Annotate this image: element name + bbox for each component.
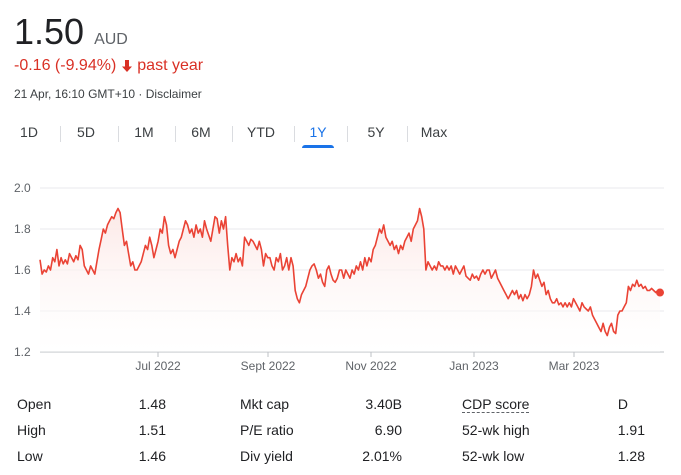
- stat-label-52wk-high: 52-wk high: [462, 422, 530, 438]
- stat-value-div-yield: 2.01%: [362, 448, 402, 464]
- stat-label-div-yield: Div yield: [240, 448, 293, 464]
- stat-label-open: Open: [17, 396, 52, 412]
- currency-label: AUD: [94, 31, 128, 48]
- timestamp: 21 Apr, 16:10 GMT+10: [14, 87, 136, 101]
- time-range-tabs: 1D 5D 1M 6M YTD 1Y 5Y Max: [0, 118, 681, 150]
- disclaimer-link[interactable]: Disclaimer: [146, 87, 202, 101]
- y-tick-label: 1.4: [14, 304, 31, 318]
- price-row: 1.50 AUD: [14, 12, 128, 52]
- tab-ytd[interactable]: YTD: [236, 118, 286, 148]
- stat-value-open: 1.48: [138, 396, 166, 412]
- tab-6m[interactable]: 6M: [179, 118, 223, 148]
- x-tick-label: Sept 2022: [241, 359, 296, 373]
- tab-1y[interactable]: 1Y: [302, 118, 334, 148]
- stat-value-52wk-low: 1.28: [617, 448, 645, 464]
- stat-label-high: High: [17, 422, 46, 438]
- tab-1d[interactable]: 1D: [8, 118, 50, 148]
- stat-label-low: Low: [17, 448, 43, 464]
- x-tick-label: Nov 2022: [345, 359, 397, 373]
- price-chart[interactable]: 2.0 1.8 1.6 1.4 1.2 Jul 2022 Sept 2022 Nov 2022…: [0, 170, 681, 380]
- meta-separator: ·: [138, 87, 143, 101]
- tab-1m[interactable]: 1M: [122, 118, 166, 148]
- price-change: -0.16 (-9.94%): [14, 57, 117, 74]
- current-price: 1.50: [14, 11, 85, 52]
- stat-value-high: 1.51: [138, 422, 166, 438]
- price-change-row: -0.16 (-9.94%) past year: [14, 57, 203, 75]
- y-tick-label: 1.8: [14, 222, 31, 236]
- stat-label-cdp-score[interactable]: CDP score: [462, 392, 530, 416]
- stat-label-pe-ratio: P/E ratio: [240, 422, 294, 438]
- x-tick-label: Jan 2023: [449, 359, 499, 373]
- area-fill: [40, 208, 660, 352]
- stat-label-mkt-cap: Mkt cap: [240, 396, 290, 412]
- y-tick-label: 1.6: [14, 263, 31, 277]
- stat-value-52wk-high: 1.91: [617, 422, 645, 438]
- stat-value-cdp-score: D: [617, 396, 628, 412]
- change-period: past year: [137, 57, 204, 74]
- quote-meta: 21 Apr, 16:10 GMT+10 · Disclaimer: [14, 87, 202, 101]
- tab-max[interactable]: Max: [412, 118, 456, 148]
- last-price-dot: [656, 288, 664, 297]
- stat-label-52wk-low: 52-wk low: [462, 448, 525, 464]
- y-tick-label: 1.2: [14, 345, 31, 359]
- stat-value-pe-ratio: 6.90: [374, 422, 402, 438]
- x-tick-label: Jul 2022: [135, 359, 181, 373]
- x-tick-label: Mar 2023: [549, 359, 600, 373]
- y-tick-label: 2.0: [14, 181, 31, 195]
- arrow-down-icon: [121, 59, 133, 73]
- tab-5y[interactable]: 5Y: [354, 118, 398, 148]
- stat-value-low: 1.46: [138, 448, 166, 464]
- stat-value-mkt-cap: 3.40B: [365, 396, 402, 412]
- tab-5d[interactable]: 5D: [64, 118, 108, 148]
